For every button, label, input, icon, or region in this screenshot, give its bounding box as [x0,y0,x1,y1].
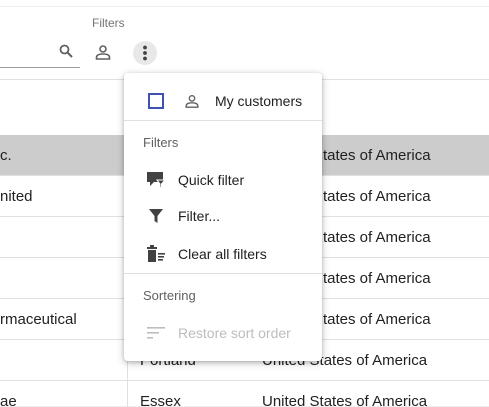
menu-divider [124,120,322,121]
table-cell-name: nited [0,188,33,205]
table-cell-country: tates of America [323,270,431,287]
my-customers-checkbox[interactable] [148,93,164,109]
quick-filter-icon [146,170,166,190]
sort-icon [146,323,166,343]
menu-item-label: Restore sort order [178,325,291,341]
table-cell-country: tates of America [323,147,431,164]
table-cell-country: tates of America [323,188,431,205]
menu-section-filters: Filters [143,135,179,150]
menu-divider [124,273,322,274]
table-cell-city: Essex [140,393,181,407]
table-row[interactable]: ae Essex United States of America [0,381,489,407]
menu-item-restore-sort[interactable]: Restore sort order [124,315,322,351]
menu-item-clear-filters[interactable]: Clear all filters [124,236,322,272]
table-cell-name: rmaceutical [0,311,77,328]
menu-item-filter[interactable]: Filter... [124,198,322,234]
table-cell-name: ae [0,393,17,407]
table-cell-country: tates of America [323,229,431,246]
funnel-icon [146,206,166,226]
top-divider [0,6,489,7]
menu-item-my-customers[interactable]: My customers [124,83,322,119]
toolbar: Filters [0,0,489,80]
search-input[interactable] [0,67,80,68]
menu-item-label: My customers [215,93,303,109]
menu-item-label: Clear all filters [178,246,267,262]
options-menu: My customers Filters Quick filter Filter… [124,73,322,361]
clear-filters-icon [146,244,166,264]
menu-section-sorting: Sortering [143,288,196,303]
table-cell-name: c. [0,147,12,164]
menu-item-quick-filter[interactable]: Quick filter [124,162,322,198]
filters-label: Filters [92,16,125,30]
more-vert-icon[interactable] [133,41,157,65]
table-cell-country: United States of America [262,393,428,407]
person-icon[interactable] [93,42,113,62]
person-icon [182,91,202,111]
menu-item-label: Filter... [178,208,221,224]
menu-item-label: Quick filter [178,172,245,188]
search-icon[interactable] [58,43,74,59]
table-cell-country: tates of America [323,311,431,328]
